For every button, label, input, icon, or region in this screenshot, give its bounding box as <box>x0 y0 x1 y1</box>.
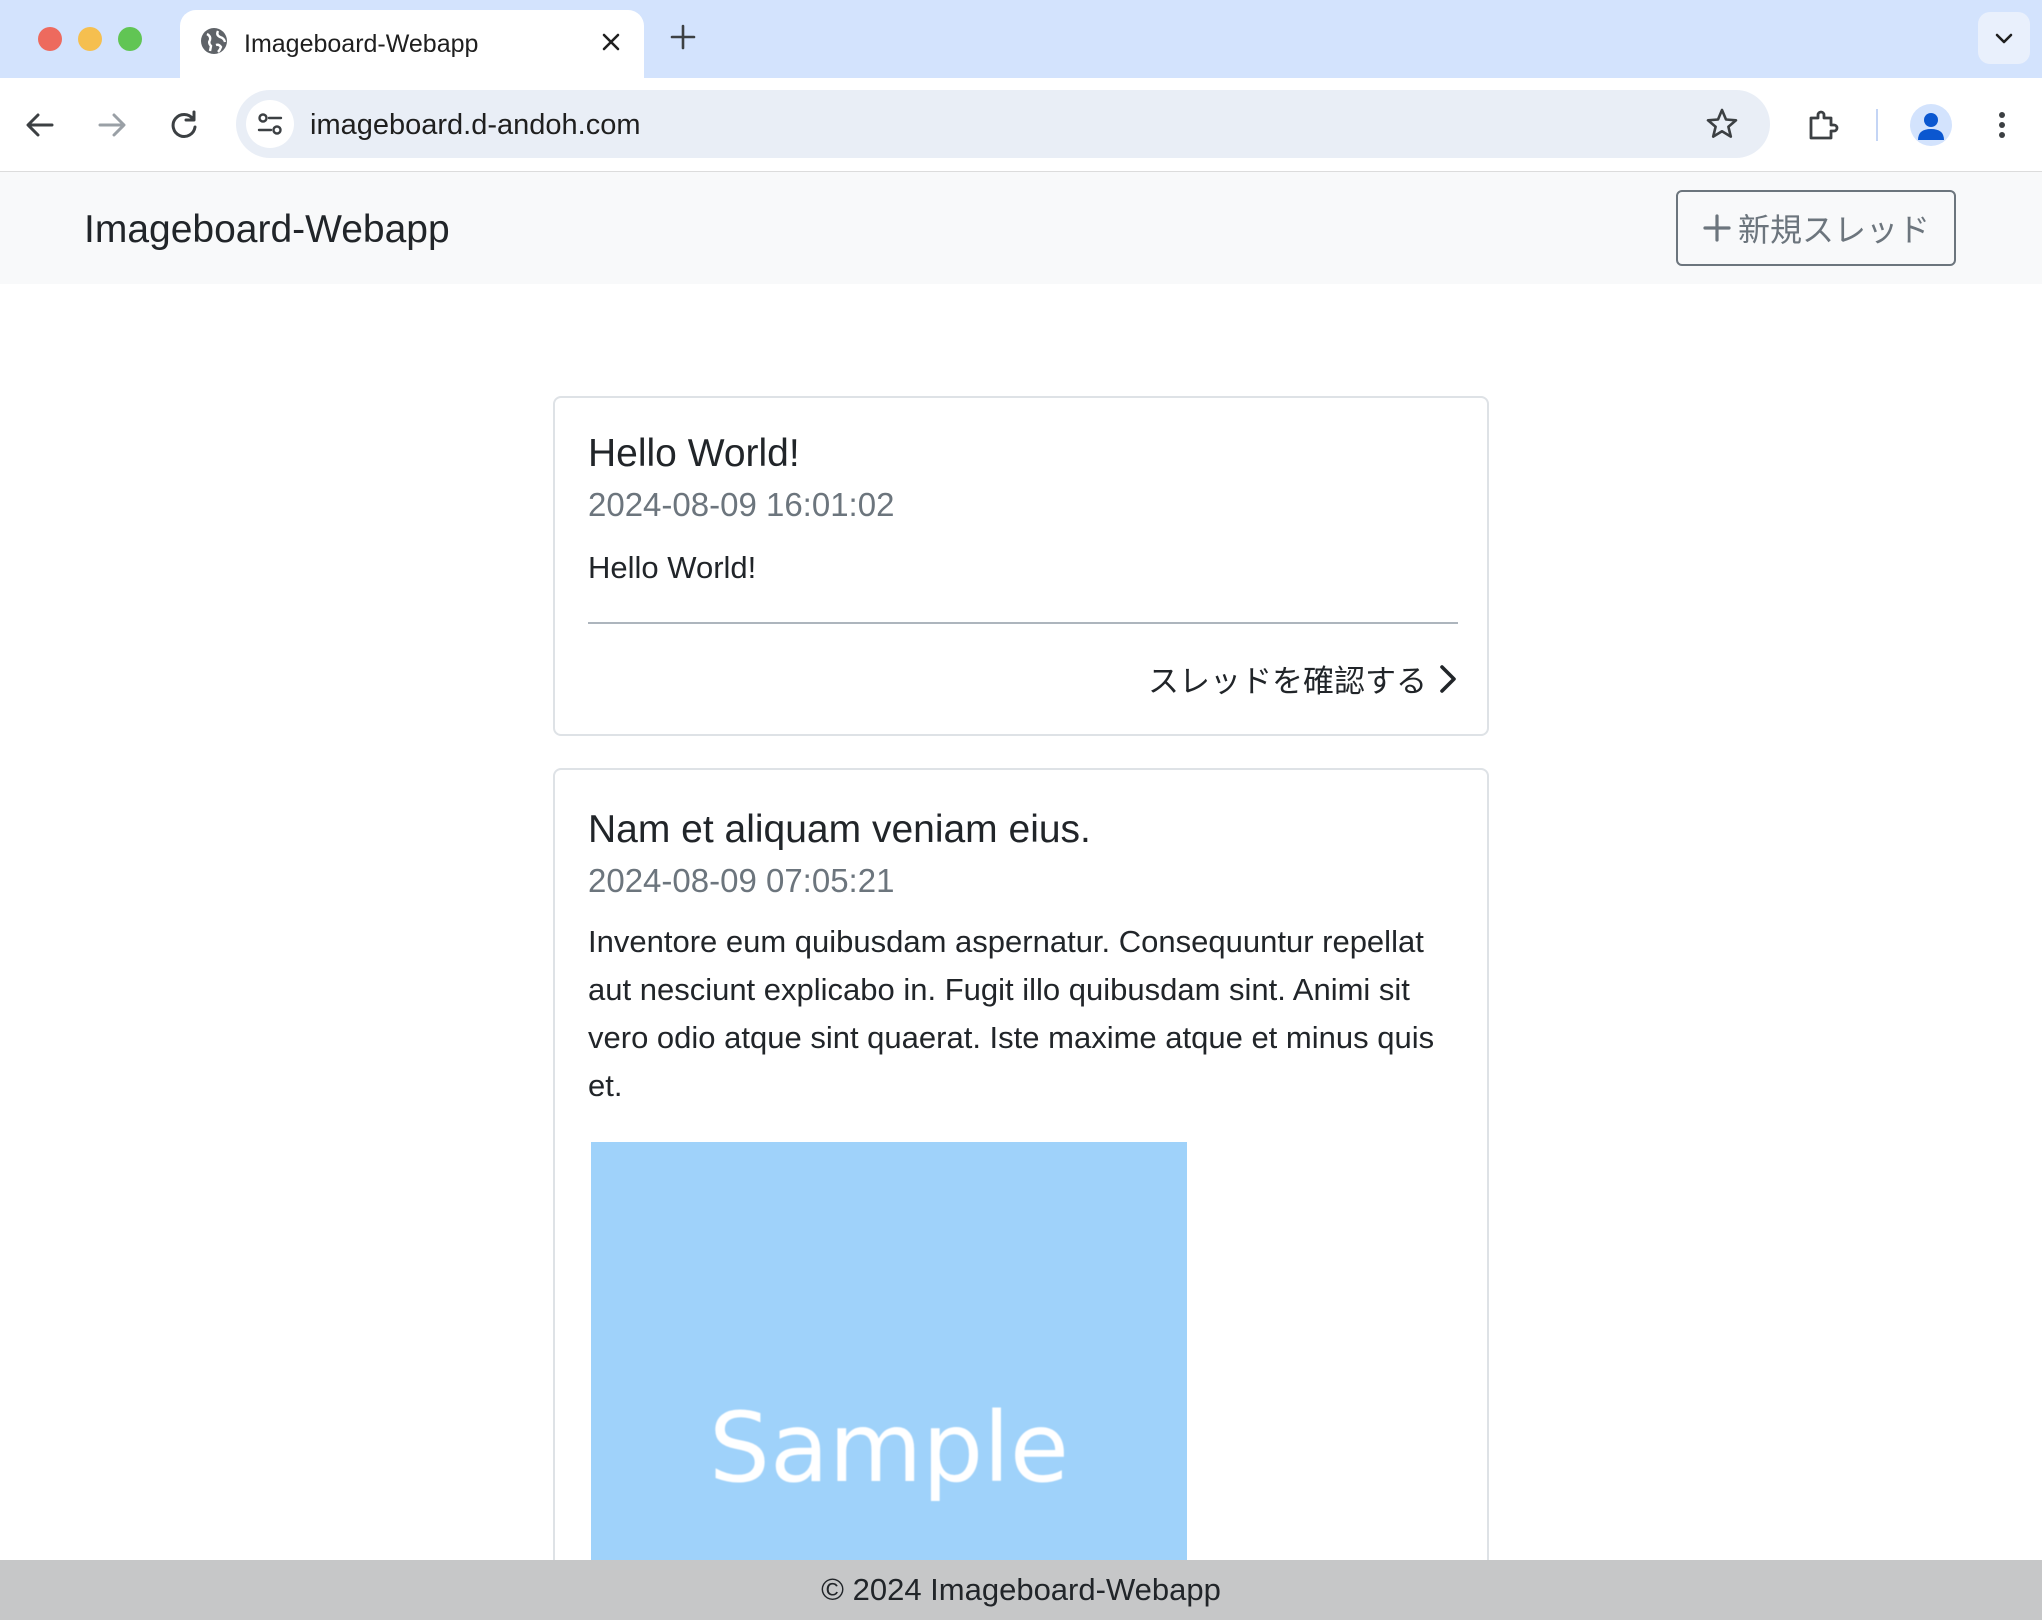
chevron-down-icon <box>1995 33 2013 44</box>
back-arrow-icon[interactable] <box>22 107 58 143</box>
thread-image[interactable]: Sample <box>591 1142 1187 1620</box>
plus-icon <box>1703 214 1731 242</box>
browser-toolbar: imageboard.d-andoh.com <box>0 78 2042 172</box>
browser-tab-active[interactable]: Imageboard-Webapp <box>180 10 644 78</box>
new-thread-label: 新規スレッド <box>1737 211 1930 249</box>
window-close-button[interactable] <box>38 27 62 51</box>
person-icon <box>1918 113 1944 140</box>
thread-card: Hello World! 2024-08-09 16:01:02 Hello W… <box>553 396 1489 736</box>
footer-copyright: © 2024 Imageboard-Webapp <box>821 1572 1221 1607</box>
window-zoom-button[interactable] <box>118 27 142 51</box>
thread-date: 2024-08-09 07:05:21 <box>588 862 895 899</box>
page-footer: © 2024 Imageboard-Webapp <box>0 1560 2042 1620</box>
globe-icon <box>201 28 227 54</box>
address-bar[interactable]: imageboard.d-andoh.com <box>236 90 1770 158</box>
thread-body: Inventore eum quibusdam aspernatur. Cons… <box>588 924 1435 1103</box>
thread-title: Hello World! <box>588 432 800 475</box>
star-icon[interactable] <box>1704 106 1740 142</box>
window-minimize-button[interactable] <box>78 27 102 51</box>
browser-tab-strip: Imageboard-Webapp <box>0 0 2042 78</box>
card-divider <box>588 622 1458 624</box>
tab-search-button[interactable] <box>1978 12 2030 64</box>
app-navbar: Imageboard-Webapp 新規スレッド <box>0 172 2042 284</box>
site-info-button[interactable] <box>246 100 294 148</box>
tab-title: Imageboard-Webapp <box>244 30 479 58</box>
view-thread-label: スレッドを確認する <box>1148 664 1427 700</box>
new-thread-button[interactable]: 新規スレッド <box>1676 190 1956 266</box>
profile-button[interactable] <box>1910 104 1952 146</box>
plus-icon[interactable] <box>668 22 698 52</box>
reload-icon[interactable] <box>166 107 202 143</box>
toolbar-divider <box>1876 109 1878 141</box>
thread-title: Nam et aliquam veniam eius. <box>588 808 1091 851</box>
kebab-menu-icon[interactable] <box>1984 107 2020 143</box>
tune-icon <box>257 113 283 135</box>
thread-card: Nam et aliquam veniam eius. 2024-08-09 0… <box>553 768 1489 1620</box>
navbar-brand[interactable]: Imageboard-Webapp <box>84 208 450 252</box>
view-thread-link[interactable]: スレッドを確認する <box>1148 656 1459 701</box>
thread-body: Hello World! <box>588 550 757 585</box>
forward-arrow-icon[interactable] <box>94 107 130 143</box>
url-text[interactable]: imageboard.d-andoh.com <box>310 109 640 142</box>
close-icon[interactable] <box>598 29 624 55</box>
chevron-right-icon <box>1440 664 1456 693</box>
puzzle-icon[interactable] <box>1804 107 1840 143</box>
sample-image-text: Sample <box>709 1392 1069 1504</box>
thread-date: 2024-08-09 16:01:02 <box>588 486 895 523</box>
